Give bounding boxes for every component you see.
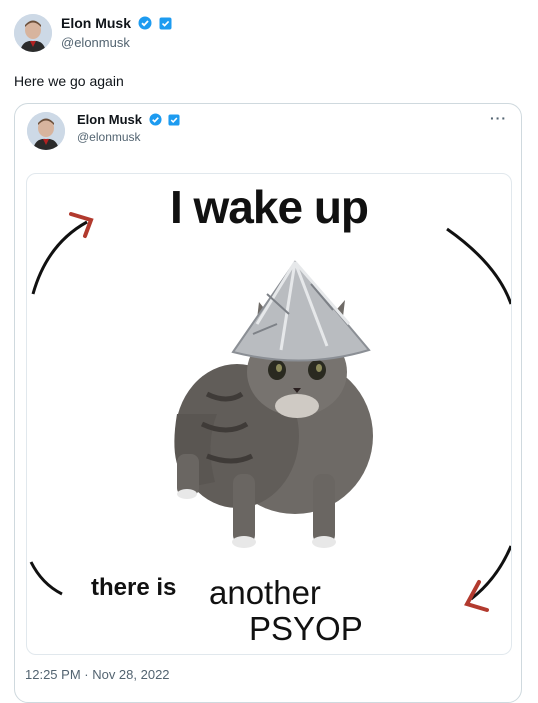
- square-verified-icon: [168, 114, 180, 129]
- avatar[interactable]: [14, 14, 52, 52]
- more-icon[interactable]: ···: [490, 110, 507, 126]
- tweet-text: Here we go again: [14, 73, 124, 89]
- meme-bottom-text-2: another: [209, 574, 321, 611]
- quoted-author-name-text[interactable]: Elon Musk: [77, 112, 142, 127]
- meme-top-text: I wake up: [169, 181, 369, 233]
- quoted-tweet[interactable]: Elon Musk @elonmusk ··· I wake up there …: [14, 103, 522, 703]
- quoted-author-name[interactable]: Elon Musk: [77, 112, 180, 129]
- meme-bottom-text-1: there is: [91, 574, 177, 601]
- verified-badge-icon: [138, 16, 152, 33]
- quoted-avatar[interactable]: [27, 112, 65, 150]
- meme-bottom-text-3: PSYOP: [249, 610, 363, 647]
- square-verified-icon: [159, 17, 172, 33]
- timestamp[interactable]: 12:25 PM · Nov 28, 2022: [25, 667, 170, 682]
- verified-badge-icon: [149, 113, 162, 129]
- tinfoil-hat: [231, 260, 371, 362]
- quoted-author-handle[interactable]: @elonmusk: [77, 130, 141, 144]
- meme-image[interactable]: I wake up there is another PSYOP: [26, 173, 512, 655]
- author-name-text[interactable]: Elon Musk: [61, 15, 131, 31]
- author-handle[interactable]: @elonmusk: [61, 35, 130, 50]
- author-name[interactable]: Elon Musk: [61, 15, 172, 33]
